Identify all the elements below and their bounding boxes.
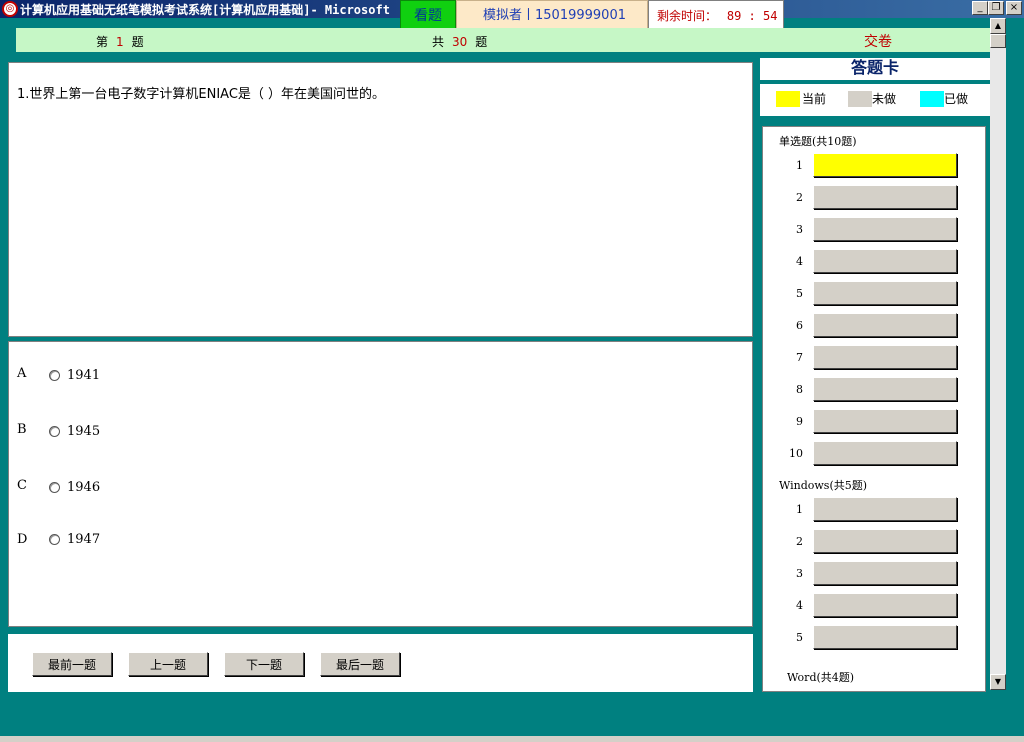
question-panel: 1.世界上第一台电子数字计算机ENIAC是（ ）年在美国问世的。	[8, 62, 753, 337]
scroll-down-icon[interactable]: ▼	[990, 674, 1006, 690]
option-a-text[interactable]: 1941	[67, 368, 100, 383]
answer-card-title: 答题卡	[760, 58, 990, 80]
answer-question-button[interactable]	[813, 249, 957, 273]
answer-section-label: 单选题(共10题)	[779, 135, 857, 148]
answer-question-button[interactable]	[813, 153, 957, 177]
restore-button[interactable]: ❐	[988, 1, 1004, 15]
legend-answered-swatch	[920, 91, 944, 107]
question-prefix: 第	[96, 35, 109, 49]
current-question-indicator: 第1题	[96, 33, 144, 50]
answer-question-number: 7	[796, 351, 803, 364]
first-question-button[interactable]: 最前一题	[32, 652, 112, 676]
option-d-text[interactable]: 1947	[67, 532, 100, 547]
answer-question-button[interactable]	[813, 185, 957, 209]
answer-question-number: 2	[796, 191, 803, 204]
answer-question-button[interactable]	[813, 441, 957, 465]
total-question-count: 30	[452, 35, 468, 49]
scroll-thumb[interactable]	[990, 34, 1006, 48]
answer-question-button[interactable]	[813, 625, 957, 649]
answer-question-button[interactable]	[813, 593, 957, 617]
legend-current-label: 当前	[802, 92, 827, 106]
window-title: 计算机应用基础无纸笔模拟考试系统[计算机应用基础]- Microsoft	[20, 3, 390, 17]
answer-question-button[interactable]	[813, 497, 957, 521]
next-question-button[interactable]: 下一题	[224, 652, 304, 676]
timer-value: 89 : 54	[726, 9, 778, 23]
answer-question-number: 9	[796, 415, 803, 428]
answer-question-number: 2	[796, 535, 803, 548]
option-d-letter: D	[17, 532, 28, 547]
question-suffix: 题	[131, 35, 144, 49]
answer-question-number: 1	[796, 159, 803, 172]
option-c-radio[interactable]	[49, 482, 60, 493]
answer-section-label: Word(共4题)	[787, 671, 855, 684]
answer-question-number: 8	[796, 383, 803, 396]
question-nav-strip: 第1题 共 30 题 交卷	[16, 28, 990, 52]
current-question-number: 1	[116, 35, 124, 49]
legend-unanswered-label: 未做	[872, 92, 897, 106]
window-bottom-edge	[0, 736, 1024, 742]
answer-question-number: 5	[796, 287, 803, 300]
legend-current-swatch	[776, 91, 800, 107]
answer-question-number: 10	[789, 447, 803, 460]
option-c-letter: C	[17, 478, 27, 493]
timer-label: 剩余时间：	[657, 9, 718, 23]
navigation-button-bar: 最前一题 上一题 下一题 最后一题	[8, 634, 753, 692]
option-b-radio[interactable]	[49, 426, 60, 437]
answer-question-button[interactable]	[813, 281, 957, 305]
option-b-text[interactable]: 1945	[67, 424, 100, 439]
option-c-text[interactable]: 1946	[67, 480, 100, 495]
option-d-radio[interactable]	[49, 534, 60, 545]
total-prefix: 共	[432, 35, 445, 49]
total-questions-indicator: 共 30 题	[432, 33, 487, 50]
answer-question-button[interactable]	[813, 409, 957, 433]
question-text: 1.世界上第一台电子数字计算机ENIAC是（ ）年在美国问世的。	[17, 87, 386, 102]
option-a-letter: A	[17, 366, 27, 381]
answer-question-number: 5	[796, 631, 803, 644]
scroll-up-icon[interactable]: ▲	[990, 18, 1006, 34]
answer-question-number: 3	[796, 567, 803, 580]
answer-question-button[interactable]	[813, 345, 957, 369]
answer-section-label: Windows(共5题)	[779, 479, 868, 492]
previous-question-button[interactable]: 上一题	[128, 652, 208, 676]
option-a-radio[interactable]	[49, 370, 60, 381]
close-button[interactable]: ×	[1006, 1, 1022, 15]
answer-question-button[interactable]	[813, 217, 957, 241]
answer-question-number: 4	[796, 599, 803, 612]
answer-card-list: 单选题(共10题) 1 2 3 4 5 6 7 8 9 10 Windows(共5题) 1 2 3 4 5 Wor…	[762, 126, 986, 692]
answer-question-button[interactable]	[813, 529, 957, 553]
answer-question-button[interactable]	[813, 561, 957, 585]
answer-question-number: 3	[796, 223, 803, 236]
answer-question-number: 6	[796, 319, 803, 332]
last-question-button[interactable]: 最后一题	[320, 652, 400, 676]
total-suffix: 题	[475, 35, 488, 49]
minimize-button[interactable]: _	[972, 1, 988, 15]
answer-card-legend: 当前 未做 已做	[760, 84, 990, 116]
answer-question-number: 4	[796, 255, 803, 268]
answer-question-button[interactable]	[813, 313, 957, 337]
submit-exam-button[interactable]: 交卷	[864, 31, 892, 51]
answer-question-button[interactable]	[813, 377, 957, 401]
option-b-letter: B	[17, 422, 27, 437]
vertical-scrollbar[interactable]: ▲ ▼	[990, 18, 1006, 690]
options-panel: A 1941 B 1945 C 1946 D 1947	[8, 341, 753, 627]
answer-question-number: 1	[796, 503, 803, 516]
seal-icon: ◎	[2, 1, 18, 17]
legend-answered-label: 已做	[944, 92, 969, 106]
legend-unanswered-swatch	[848, 91, 872, 107]
